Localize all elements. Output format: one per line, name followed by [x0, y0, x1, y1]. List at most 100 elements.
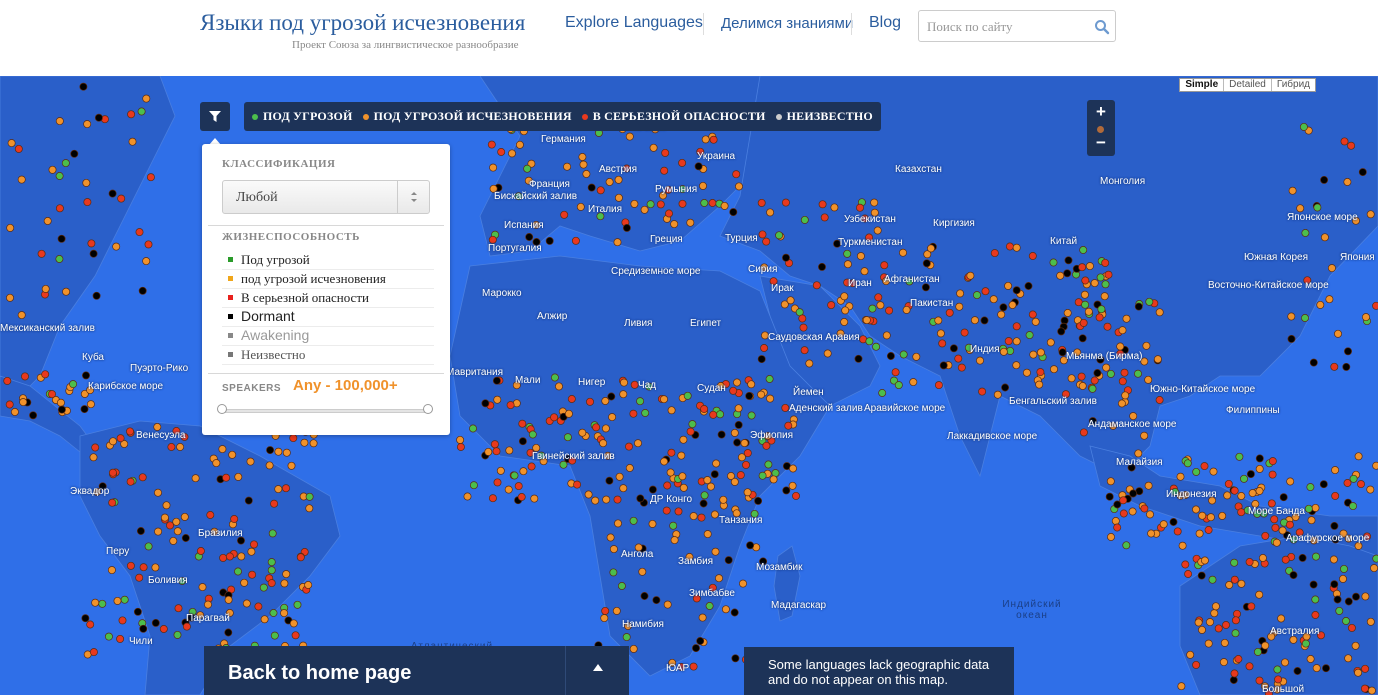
language-marker[interactable]	[57, 234, 66, 243]
language-marker[interactable]	[490, 440, 499, 449]
language-marker[interactable]	[525, 233, 534, 241]
legend-severely-endangered[interactable]: В СЕРЬЕЗНОЙ ОПАСНОСТИ	[581, 109, 766, 124]
language-marker[interactable]	[116, 634, 125, 643]
language-marker[interactable]	[696, 637, 705, 645]
language-marker[interactable]	[219, 553, 228, 562]
language-marker[interactable]	[1311, 595, 1320, 604]
language-marker[interactable]	[576, 202, 585, 211]
language-marker[interactable]	[662, 506, 671, 515]
language-marker[interactable]	[167, 443, 176, 451]
language-marker[interactable]	[1274, 675, 1283, 684]
language-marker[interactable]	[872, 342, 881, 351]
language-marker[interactable]	[1319, 480, 1328, 489]
language-marker[interactable]	[711, 547, 720, 556]
language-marker[interactable]	[1219, 658, 1228, 667]
language-marker[interactable]	[949, 344, 958, 353]
language-marker[interactable]	[701, 135, 710, 144]
language-marker[interactable]	[1120, 368, 1129, 377]
language-marker[interactable]	[970, 316, 979, 325]
language-marker[interactable]	[1102, 363, 1111, 372]
language-marker[interactable]	[289, 619, 298, 628]
language-marker[interactable]	[94, 113, 103, 122]
language-marker[interactable]	[700, 199, 709, 207]
language-marker[interactable]	[912, 352, 921, 361]
language-marker[interactable]	[173, 630, 182, 639]
language-marker[interactable]	[6, 293, 14, 302]
language-marker[interactable]	[1008, 301, 1017, 309]
language-marker[interactable]	[224, 595, 233, 604]
language-marker[interactable]	[1343, 178, 1352, 186]
language-marker[interactable]	[463, 492, 472, 501]
language-marker[interactable]	[754, 496, 763, 505]
language-marker[interactable]	[818, 262, 826, 271]
language-marker[interactable]	[19, 398, 28, 407]
language-marker[interactable]	[41, 284, 50, 293]
language-marker[interactable]	[614, 193, 623, 202]
language-marker[interactable]	[83, 198, 92, 207]
language-marker[interactable]	[882, 331, 891, 340]
language-marker[interactable]	[234, 472, 243, 481]
language-marker[interactable]	[1206, 513, 1215, 522]
language-marker[interactable]	[712, 459, 721, 468]
language-marker[interactable]	[800, 215, 809, 224]
viability-severely-endangered[interactable]: В серьезной опасности	[222, 289, 434, 308]
language-marker[interactable]	[689, 512, 698, 521]
language-marker[interactable]	[1028, 252, 1037, 260]
language-marker[interactable]	[782, 486, 791, 495]
language-marker[interactable]	[112, 242, 121, 251]
language-marker[interactable]	[966, 271, 975, 280]
language-marker[interactable]	[1325, 295, 1334, 304]
language-marker[interactable]	[1234, 655, 1243, 663]
language-marker[interactable]	[709, 135, 718, 144]
language-marker[interactable]	[622, 223, 631, 232]
language-marker[interactable]	[698, 613, 707, 622]
language-marker[interactable]	[999, 303, 1008, 312]
language-marker[interactable]	[660, 395, 668, 404]
language-marker[interactable]	[1370, 564, 1378, 573]
language-marker[interactable]	[619, 484, 628, 493]
language-marker[interactable]	[1331, 466, 1340, 475]
language-marker[interactable]	[1049, 258, 1058, 267]
language-marker[interactable]	[204, 600, 212, 609]
language-marker[interactable]	[578, 428, 587, 437]
language-marker[interactable]	[956, 289, 965, 298]
language-marker[interactable]	[280, 609, 289, 618]
language-marker[interactable]	[587, 183, 596, 192]
language-marker[interactable]	[606, 533, 615, 542]
language-marker[interactable]	[1004, 337, 1013, 346]
language-marker[interactable]	[1330, 362, 1339, 371]
viability-awakening[interactable]: Awakening	[222, 327, 434, 346]
language-marker[interactable]	[978, 387, 987, 396]
language-marker[interactable]	[1342, 617, 1350, 625]
language-marker[interactable]	[1024, 282, 1033, 290]
language-marker[interactable]	[1312, 664, 1321, 673]
language-marker[interactable]	[1231, 616, 1240, 625]
language-marker[interactable]	[55, 255, 64, 263]
language-marker[interactable]	[250, 540, 258, 549]
language-marker[interactable]	[1101, 280, 1110, 289]
language-marker[interactable]	[70, 149, 79, 158]
language-marker[interactable]	[579, 160, 588, 169]
language-marker[interactable]	[703, 530, 712, 539]
language-marker[interactable]	[1093, 369, 1102, 377]
language-marker[interactable]	[843, 249, 852, 258]
language-marker[interactable]	[1258, 554, 1267, 562]
language-marker[interactable]	[955, 302, 964, 311]
language-marker[interactable]	[82, 178, 91, 187]
language-marker[interactable]	[489, 163, 498, 172]
language-marker[interactable]	[1354, 668, 1363, 677]
language-marker[interactable]	[640, 592, 649, 600]
language-marker[interactable]	[591, 496, 600, 505]
language-marker[interactable]	[899, 248, 907, 257]
language-marker[interactable]	[1349, 502, 1357, 511]
language-marker[interactable]	[830, 203, 839, 212]
language-marker[interactable]	[1246, 470, 1255, 479]
language-marker[interactable]	[270, 631, 279, 640]
language-marker[interactable]	[667, 406, 676, 415]
language-marker[interactable]	[89, 648, 98, 657]
language-marker[interactable]	[10, 408, 19, 416]
language-marker[interactable]	[282, 484, 290, 493]
language-marker[interactable]	[1301, 314, 1309, 322]
language-marker[interactable]	[492, 376, 501, 385]
language-marker[interactable]	[162, 501, 171, 510]
